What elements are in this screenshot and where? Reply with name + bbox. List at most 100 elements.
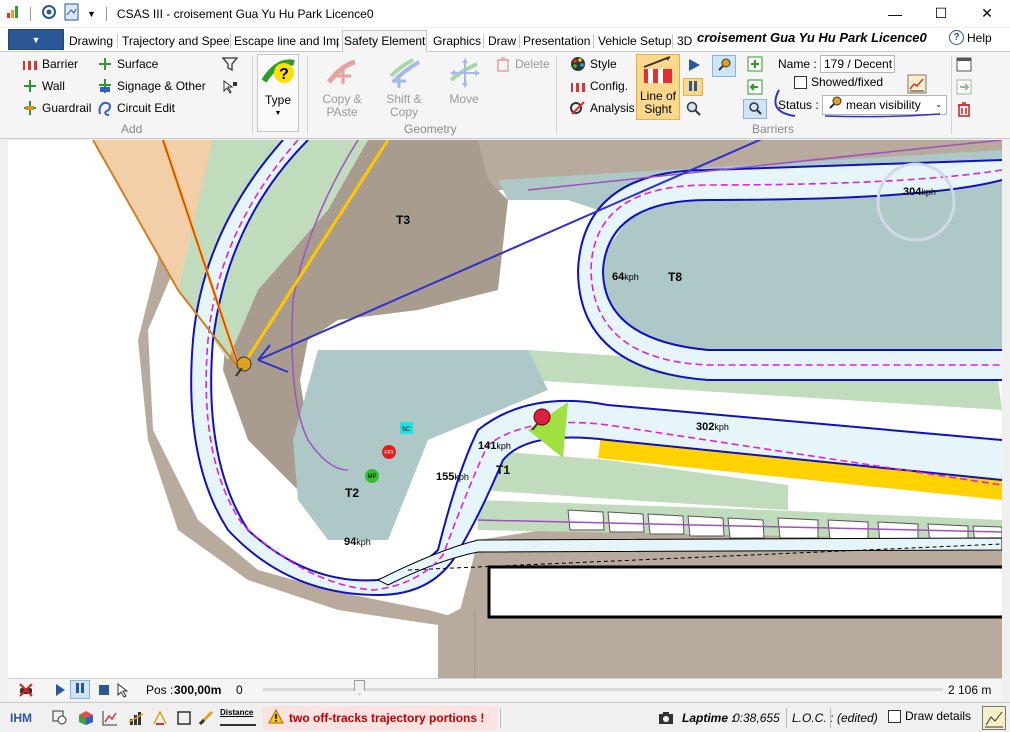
status-bar: IHM Distance two off-tracks trajectory p…	[0, 702, 1010, 732]
type-question-icon: ?	[260, 55, 296, 94]
draw-details-check[interactable]	[888, 709, 901, 723]
pause-button[interactable]	[70, 680, 90, 699]
locate-pin-icon	[747, 100, 763, 119]
analysis-button[interactable]: Analysis	[570, 100, 635, 116]
grid-view-button[interactable]	[982, 706, 1006, 730]
position-bar: Pos : 300,00m 0 2 106 m	[8, 678, 1002, 700]
speed-label: 155kph	[436, 471, 469, 483]
pin-view-button[interactable]	[712, 55, 736, 77]
group-geometry-label: Geometry	[404, 122, 457, 136]
track-map[interactable]: SC FP2 MP T3 T8 T1 T2 304kph 64kph 302kp…	[8, 140, 1002, 678]
showed-fixed-checkbox[interactable]: Showed/fixed	[794, 75, 883, 89]
warning-text: two off-tracks trajectory portions !	[289, 711, 485, 725]
speed-label: 304kph	[903, 186, 936, 198]
filter-icon[interactable]	[221, 56, 239, 72]
pause-button[interactable]	[683, 78, 703, 96]
circuit-edit-button[interactable]: Circuit Edit	[97, 100, 175, 116]
pause-icon	[74, 682, 86, 697]
no-car-icon[interactable]	[18, 682, 34, 698]
3d-cube-icon[interactable]	[78, 710, 94, 726]
add-barrier-button[interactable]: Barrier	[22, 56, 78, 72]
edited-status: (edited)	[837, 711, 878, 725]
tab-drawing[interactable]: Drawing	[68, 33, 116, 51]
add-wall-button[interactable]: Wall	[22, 78, 65, 94]
tab-3d[interactable]: 3D	[676, 33, 696, 51]
laptime-value: 0:38,655	[733, 711, 780, 725]
arrow-left-icon[interactable]	[747, 79, 763, 95]
ruler-icon[interactable]	[198, 710, 214, 726]
file-menu-button[interactable]: ▼	[8, 29, 64, 50]
draw-details-label: Draw details	[905, 709, 972, 723]
chevron-down-icon: ▼	[31, 34, 41, 45]
zoom-fit-icon[interactable]	[52, 710, 68, 726]
palette-icon	[570, 56, 586, 72]
trajectory-icon[interactable]	[152, 710, 168, 726]
position-slider-thumb[interactable]	[354, 680, 366, 695]
pos-end: 2 106 m	[948, 683, 992, 697]
zoom-icon[interactable]	[686, 101, 702, 117]
tab-graphics[interactable]: Graphics	[432, 33, 482, 51]
locate-button[interactable]	[743, 99, 767, 119]
shift-copy-icon	[387, 56, 421, 93]
add-surface-button[interactable]: Surface	[97, 56, 158, 72]
draw-details-checkbox[interactable]: Draw details	[888, 709, 971, 723]
surface-label: Surface	[117, 57, 159, 71]
showed-fixed-label: Showed/fixed	[811, 75, 884, 89]
graph-icon[interactable]	[102, 710, 118, 726]
play-icon[interactable]	[52, 682, 68, 698]
maximize-button[interactable]: ☐	[918, 0, 964, 27]
move-button[interactable]: Move	[444, 56, 484, 106]
delete-button[interactable]: Delete	[495, 56, 550, 72]
shift-copy-button[interactable]: Shift & Copy	[380, 56, 428, 119]
delete-label: Delete	[515, 57, 550, 71]
name-field[interactable]: 179 / Decent	[820, 55, 895, 73]
camera-icon[interactable]	[658, 710, 674, 726]
copy-paste-button[interactable]: Copy & PAste	[318, 56, 366, 119]
pointer-lock-icon[interactable]	[222, 79, 238, 95]
delete-red-icon[interactable]	[956, 101, 972, 117]
add-signage-button[interactable]: Signage & Other	[97, 78, 206, 94]
stop-icon[interactable]	[96, 682, 112, 698]
settings-gear-icon[interactable]	[41, 4, 57, 23]
analysis-icon	[570, 100, 586, 116]
tab-vehicle-setup[interactable]: Vehicle Setup	[597, 33, 671, 51]
close-button[interactable]: ✕	[964, 0, 1010, 27]
laptime-label: Laptime :	[682, 711, 736, 725]
play-icon[interactable]	[686, 57, 702, 73]
track-map-canvas[interactable]: SC FP2 MP T3 T8 T1 T2 304kph 64kph 302kp…	[8, 140, 1002, 678]
add-guardrail-button[interactable]: Guardrail	[22, 100, 91, 116]
type-dropdown-button[interactable]: ? Type ▼	[257, 54, 299, 132]
pin-icon	[716, 57, 732, 76]
config-label: Config.	[590, 79, 629, 93]
tab-safety-element[interactable]: Safety Element	[342, 30, 427, 52]
signage-icon	[97, 78, 113, 94]
minimize-button[interactable]: —	[872, 0, 918, 27]
help-button[interactable]: ? Help	[949, 30, 992, 45]
line-of-sight-button[interactable]: Line of Sight	[636, 54, 680, 120]
quick-access-dropdown-icon[interactable]: ▼	[87, 9, 96, 19]
tab-presentation[interactable]: Presentation	[522, 33, 592, 51]
export-arrow-icon[interactable]	[956, 79, 972, 95]
calendar-icon[interactable]	[956, 56, 972, 72]
tab-draw[interactable]: Draw	[487, 33, 519, 51]
type-label: Type	[264, 93, 291, 107]
bar-chart-icon[interactable]	[128, 710, 144, 726]
svg-text:?: ?	[279, 66, 289, 83]
loc-label: L.O.C. :	[792, 711, 834, 725]
style-button[interactable]: Style	[570, 56, 617, 72]
distance-tool[interactable]: Distance	[220, 708, 256, 726]
ihm-label[interactable]: IHM	[10, 711, 32, 725]
speed-label: 94kph	[344, 536, 371, 548]
speed-label: 64kph	[612, 271, 639, 283]
tab-escape-line[interactable]: Escape line and Imp	[233, 33, 339, 51]
showed-fixed-check[interactable]	[794, 75, 807, 89]
cursor-settings-icon[interactable]	[116, 682, 132, 698]
signage-label: Signage & Other	[117, 79, 206, 93]
shift-copy-label-2: Copy	[389, 105, 418, 119]
guardrail-label: Guardrail	[42, 101, 92, 115]
tab-trajectory-speed[interactable]: Trajectory and Spee	[121, 33, 229, 51]
add-green-icon[interactable]	[747, 56, 763, 72]
frame-icon[interactable]	[176, 710, 192, 726]
map-file-icon[interactable]	[63, 3, 81, 24]
config-button[interactable]: Config.	[570, 78, 628, 94]
